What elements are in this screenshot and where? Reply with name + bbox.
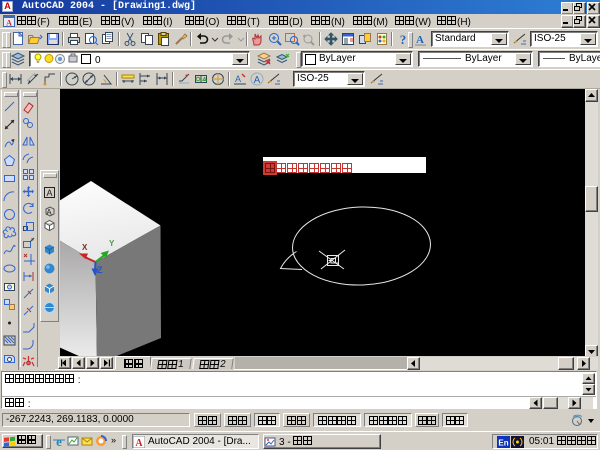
svg-text:Z: Z bbox=[97, 265, 103, 275]
svg-text:0: 0 bbox=[95, 55, 101, 66]
svg-text:?: ? bbox=[400, 32, 407, 47]
svg-text:En: En bbox=[498, 438, 508, 447]
svg-text:e: e bbox=[56, 434, 62, 448]
svg-text:A: A bbox=[254, 75, 261, 86]
svg-text:A: A bbox=[235, 74, 241, 84]
svg-text:X: X bbox=[82, 243, 88, 252]
svg-text:A: A bbox=[46, 208, 52, 217]
svg-text:A: A bbox=[416, 34, 424, 46]
svg-text:A: A bbox=[135, 438, 143, 448]
svg-text:Y: Y bbox=[109, 239, 115, 248]
svg-text:A: A bbox=[46, 188, 52, 198]
